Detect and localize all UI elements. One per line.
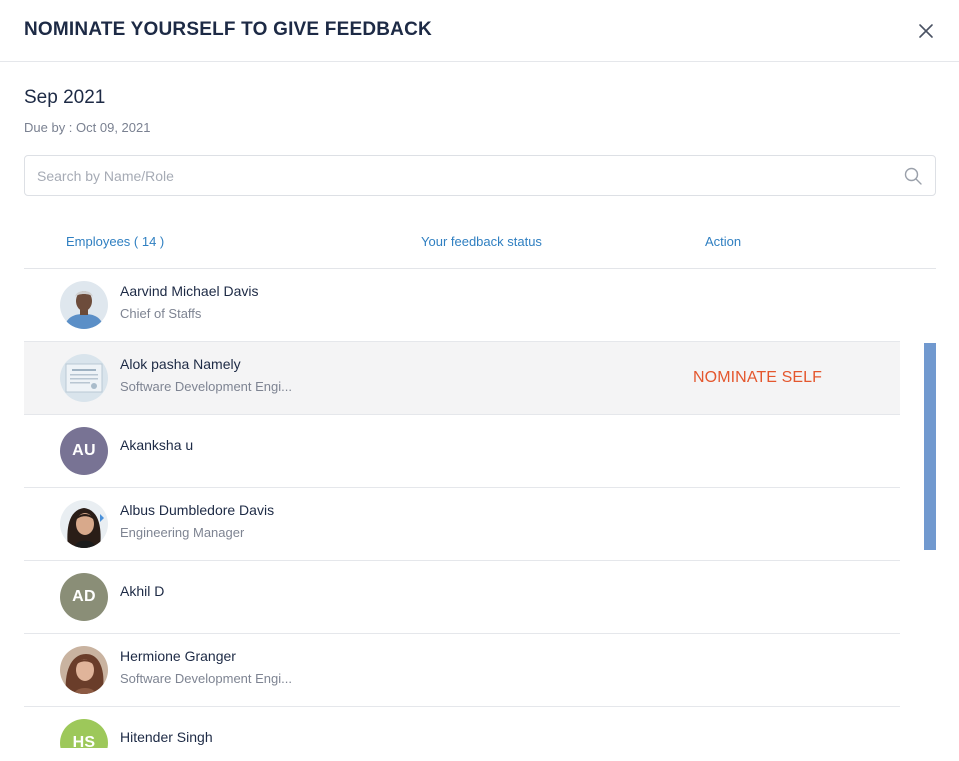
employee-row[interactable]: Albus Dumbledore Davis Engineering Manag… bbox=[24, 488, 900, 561]
dialog-title: NOMINATE YOURSELF TO GIVE FEEDBACK bbox=[24, 19, 432, 40]
avatar-initials: AD bbox=[72, 588, 96, 605]
due-date: Due by : Oct 09, 2021 bbox=[24, 120, 151, 135]
employee-row[interactable]: AU Akanksha u bbox=[24, 415, 900, 488]
avatar-initials: AU bbox=[72, 442, 96, 459]
dialog-header: NOMINATE YOURSELF TO GIVE FEEDBACK bbox=[0, 0, 959, 62]
employee-name: Alok pasha Namely bbox=[120, 356, 241, 372]
avatar bbox=[60, 354, 108, 402]
avatar: HS bbox=[60, 719, 108, 748]
search-box bbox=[24, 155, 936, 196]
column-header-action: Action bbox=[705, 234, 742, 249]
employee-role: Engineering Manager bbox=[120, 525, 245, 540]
column-header-employees[interactable]: Employees ( 14 ) bbox=[66, 234, 164, 249]
avatar: AD bbox=[60, 573, 108, 621]
employee-name: Akhil D bbox=[120, 583, 165, 599]
employee-row[interactable]: AD Akhil D bbox=[24, 561, 900, 634]
employee-name: Akanksha u bbox=[120, 437, 194, 453]
avatar-initials: HS bbox=[72, 734, 96, 748]
list-scrollbar[interactable] bbox=[924, 343, 936, 550]
employee-role: Software Development Engi... bbox=[120, 671, 292, 686]
nominate-dialog: NOMINATE YOURSELF TO GIVE FEEDBACK Sep 2… bbox=[0, 0, 959, 761]
table-header: Employees ( 14 ) Your feedback status Ac… bbox=[24, 222, 936, 269]
employee-row[interactable]: Alok pasha Namely Software Development E… bbox=[24, 342, 900, 415]
employee-role: Chief of Staffs bbox=[120, 306, 202, 321]
search-icon[interactable] bbox=[904, 167, 922, 185]
employee-row[interactable]: Hermione Granger Software Development En… bbox=[24, 634, 900, 707]
employee-row[interactable]: Aarvind Michael Davis Chief of Staffs bbox=[24, 269, 900, 342]
avatar bbox=[60, 500, 108, 548]
employee-role: Software Development Engi... bbox=[120, 379, 292, 394]
close-button[interactable] bbox=[914, 19, 938, 43]
period-title: Sep 2021 bbox=[24, 87, 106, 108]
nominate-self-button[interactable]: NOMINATE SELF bbox=[693, 369, 822, 387]
search-input[interactable] bbox=[37, 156, 887, 195]
avatar bbox=[60, 646, 108, 694]
employee-name: Hermione Granger bbox=[120, 648, 236, 664]
close-icon bbox=[919, 24, 933, 38]
employee-list: Aarvind Michael Davis Chief of Staffs Al… bbox=[24, 269, 900, 748]
column-header-feedback-status[interactable]: Your feedback status bbox=[421, 234, 542, 249]
avatar: AU bbox=[60, 427, 108, 475]
employee-name: Albus Dumbledore Davis bbox=[120, 502, 275, 518]
employee-name: Aarvind Michael Davis bbox=[120, 283, 259, 299]
avatar bbox=[60, 281, 108, 329]
employee-row[interactable]: HS Hitender Singh bbox=[24, 707, 900, 748]
employee-name: Hitender Singh bbox=[120, 729, 213, 745]
